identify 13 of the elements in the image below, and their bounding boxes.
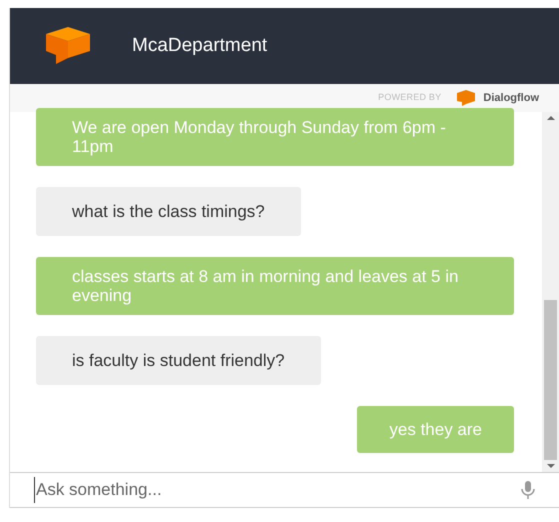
user-message: what is the class timings? — [36, 187, 301, 236]
microphone-icon[interactable] — [521, 480, 535, 500]
bot-message: We are open Monday through Sunday from 6pm - 11pm — [36, 108, 514, 166]
chat-title: McaDepartment — [132, 34, 268, 58]
user-message: is faculty is student friendly? — [36, 336, 321, 385]
bot-message: classes starts at 8 am in morning and leaves at 5 in evening — [36, 257, 514, 315]
bot-message: yes they are — [357, 406, 514, 453]
dialogflow-brand: Dialogflow — [483, 90, 539, 106]
powered-by-label: POWERED BY — [378, 91, 442, 104]
message-input[interactable]: Ask something... — [34, 477, 521, 503]
scrollbar[interactable] — [542, 112, 559, 472]
dialogflow-logo-icon — [457, 90, 476, 106]
chat-bubble-icon — [46, 27, 90, 65]
